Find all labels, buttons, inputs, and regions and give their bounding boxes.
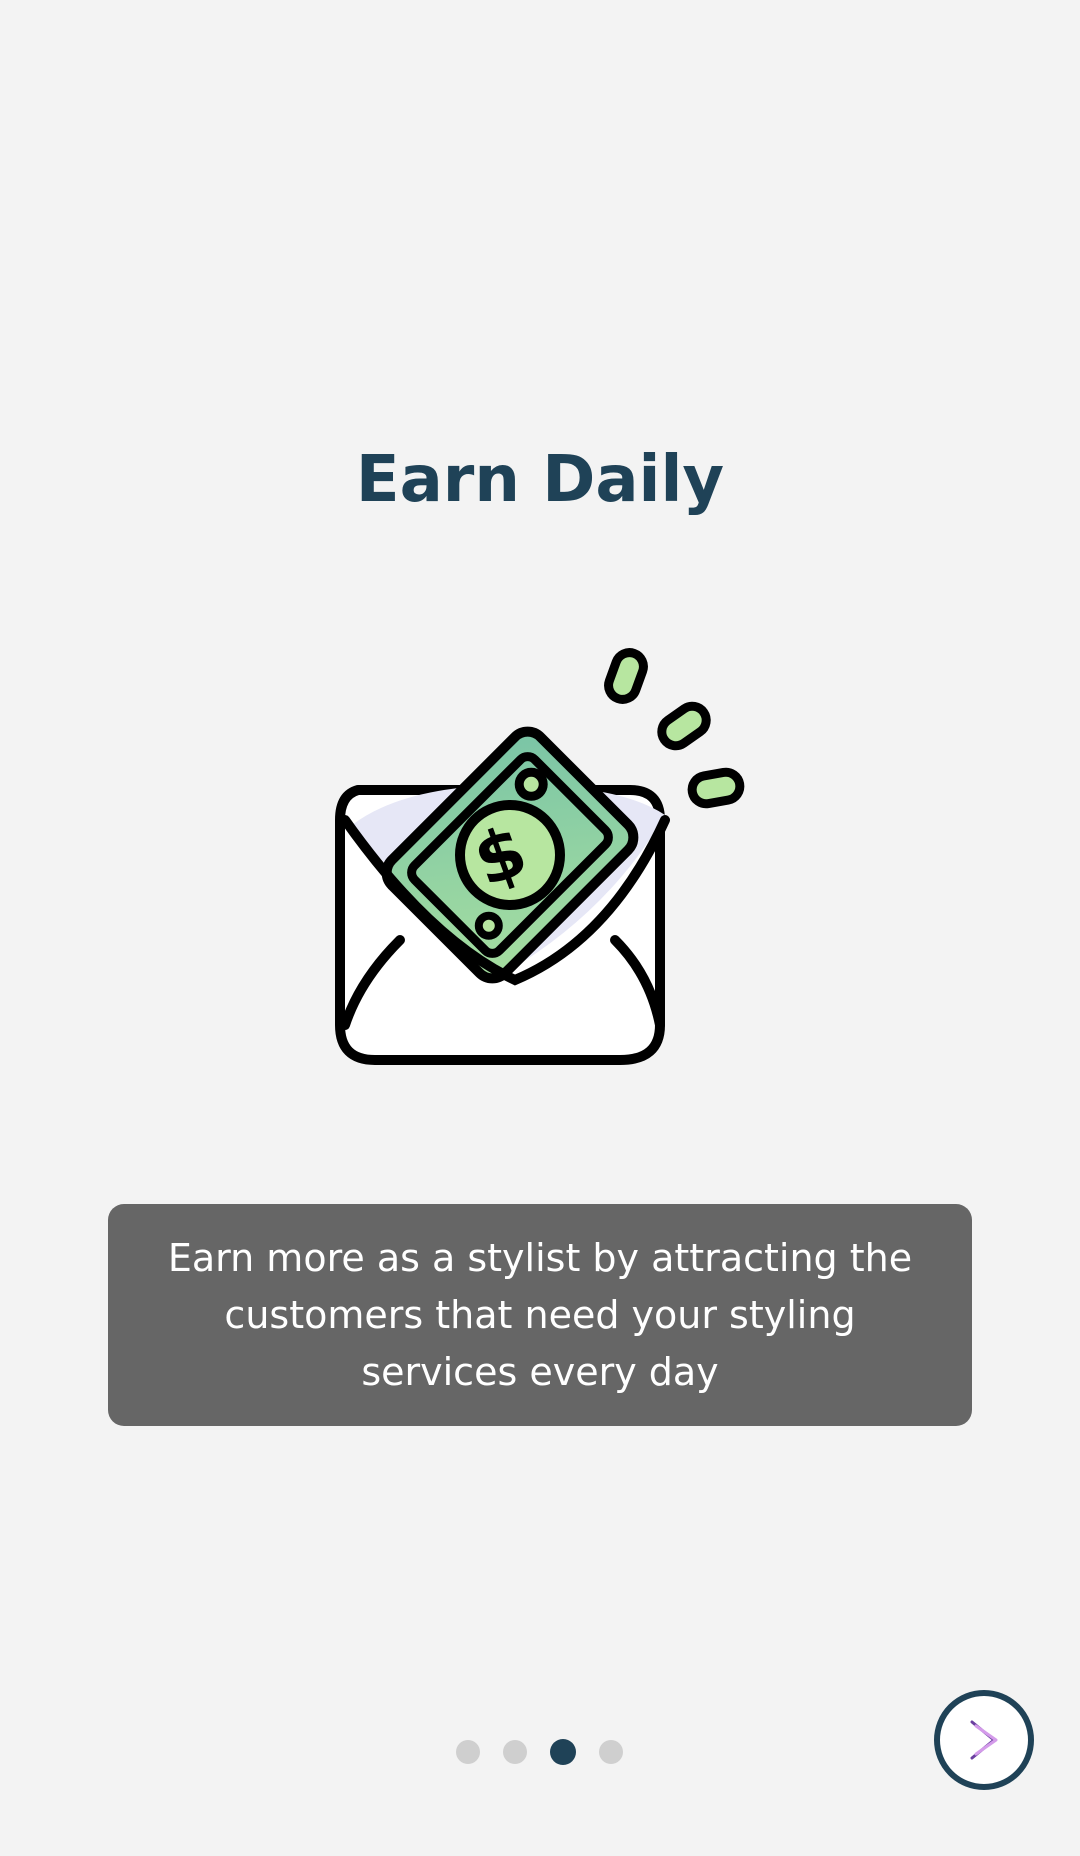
pagination-dots	[456, 1739, 623, 1765]
chevron-right-icon	[964, 1716, 1004, 1764]
pagination-dot[interactable]	[599, 1740, 623, 1764]
page-title: Earn Daily	[355, 443, 725, 517]
pagination-dot[interactable]	[503, 1740, 527, 1764]
description-card: Earn more as a stylist by attracting the…	[108, 1204, 972, 1426]
description-text: Earn more as a stylist by attracting the…	[167, 1235, 913, 1394]
pagination-dot[interactable]	[456, 1740, 480, 1764]
next-button[interactable]	[934, 1690, 1034, 1790]
money-envelope-icon: $	[320, 640, 760, 1080]
pagination-dot-active[interactable]	[550, 1739, 576, 1765]
